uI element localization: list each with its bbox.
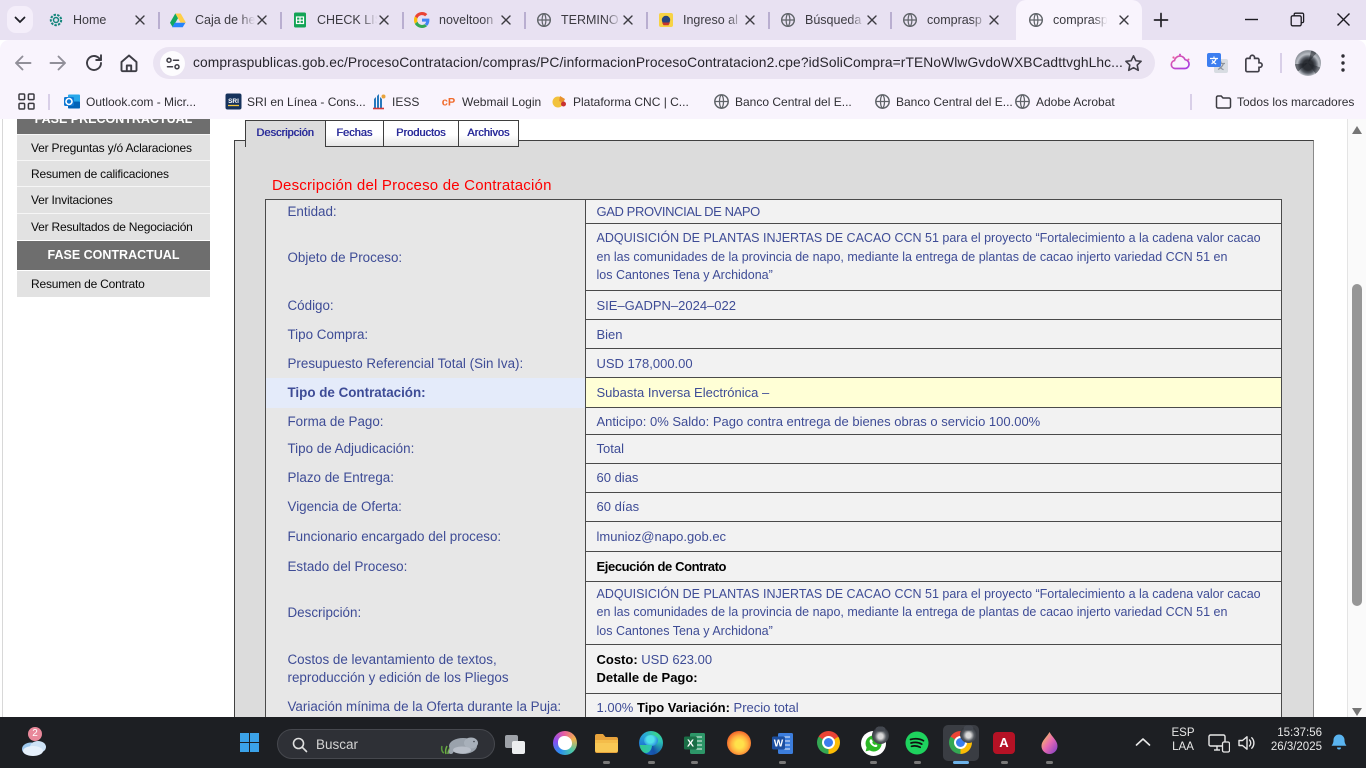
svg-text:W: W xyxy=(774,739,784,750)
svg-text:cP: cP xyxy=(442,97,455,109)
svg-text:X: X xyxy=(687,738,694,750)
svg-text:SRI: SRI xyxy=(228,98,239,105)
